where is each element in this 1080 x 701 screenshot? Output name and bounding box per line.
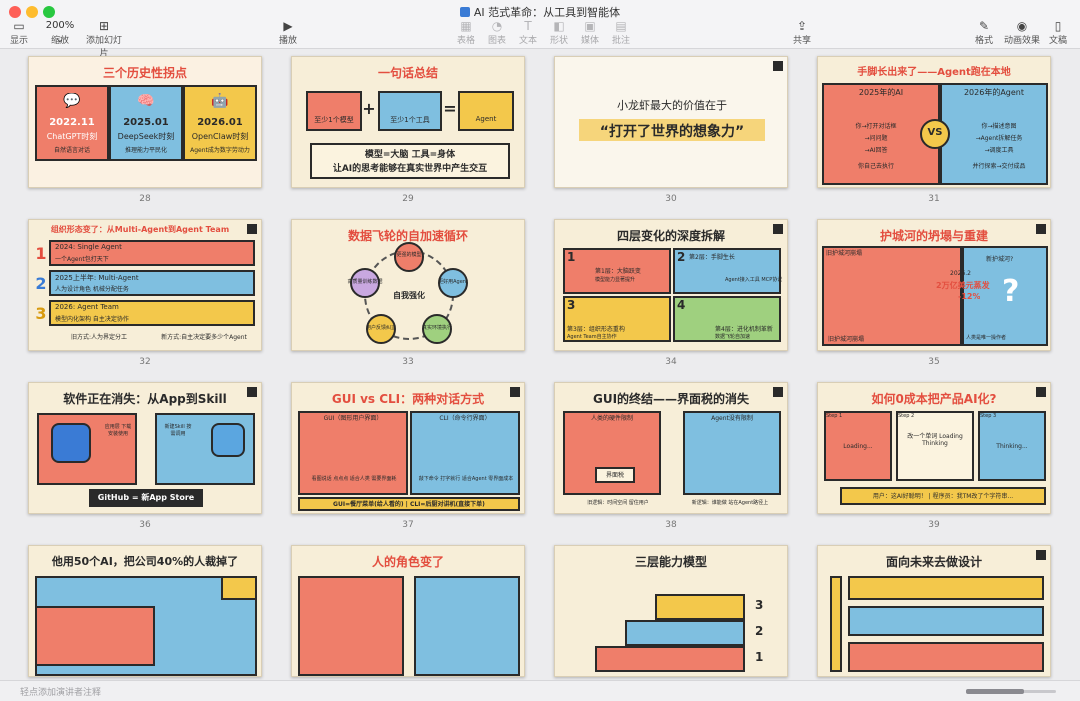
media-button[interactable]: ▣ 媒体 [578, 19, 602, 46]
slide-title: 三层能力模型 [634, 555, 707, 569]
add-slide-icon: ⊞ [98, 19, 110, 33]
slide-number: 32 [139, 357, 151, 367]
slide-number: 35 [928, 357, 940, 367]
slide-thumbnail[interactable]: 人的角色变了 [291, 545, 525, 677]
slide-title: 组织形态变了：从Multi-Agent到Agent Team [50, 225, 230, 234]
slide-number: 37 [402, 520, 414, 530]
slide-number: 38 [665, 520, 677, 530]
media-icon: ▣ [584, 19, 596, 33]
share-button[interactable]: ⇪ 共享 [790, 19, 814, 46]
logo-icon [247, 224, 257, 234]
slide-thumbnail[interactable]: 小龙虾最大的价值在于 “打开了世界的想象力” 30 [554, 56, 788, 204]
animate-icon: ◉ [1016, 19, 1028, 33]
logo-icon [773, 61, 783, 71]
slide-thumbnail[interactable]: 护城河的坍塌与重建 旧护城河崩塌 新护城河? 2026.2 2万亿美元蒸发 -1… [817, 219, 1051, 367]
slide-title: GUI vs CLI：两种对话方式 [331, 392, 485, 406]
slide-thumbnail[interactable]: 面向未来去做设计 [817, 545, 1051, 677]
brain-icon: 🧠 [137, 93, 155, 109]
slide-title: 面向未来去做设计 [885, 555, 982, 569]
chart-icon: ◔ [491, 19, 503, 33]
slide-number: 36 [139, 520, 151, 530]
slide-thumbnail[interactable]: 数据飞轮的自加速循环 自我强化 更强的模型 更好用Agent 真实环境执行 用户… [291, 219, 525, 367]
slide-thumbnail[interactable]: 组织形态变了：从Multi-Agent到Agent Team 1 2 3 202… [28, 219, 262, 367]
comment-button[interactable]: ▤ 批注 [609, 19, 633, 46]
skill-icon [211, 423, 245, 457]
text-button[interactable]: T 文本 [516, 19, 540, 46]
presenter-notes-input[interactable]: 轻点添加演讲者注释 [20, 685, 101, 698]
table-button[interactable]: ▦ 表格 [454, 19, 478, 46]
animate-button[interactable]: ◉ 动画效果 [1002, 19, 1042, 46]
sidebar-icon: ▭ [13, 19, 25, 33]
slide-number: 31 [928, 194, 940, 204]
chat-icon: 💬 [63, 93, 81, 109]
slide-title: 三个历史性拐点 [102, 66, 187, 80]
slide-title: 软件正在消失：从App到Skill [63, 392, 227, 406]
view-button[interactable]: ▭ 显示 [8, 19, 30, 46]
slide-title: 如何0成本把产品AI化? [871, 392, 997, 406]
window-title: AI 范式革命：从工具到智能体 [0, 4, 1080, 20]
slide-title: 一句话总结 [377, 66, 438, 80]
slide-title: 人的角色变了 [371, 555, 444, 569]
format-icon: ✎ [978, 19, 990, 33]
slide-thumbnail[interactable]: 四层变化的深度拆解 1 第1层：大脑跃变 模型能力显著提升 2 第2层：手脚生长… [554, 219, 788, 367]
share-icon: ⇪ [796, 19, 808, 33]
slide-thumbnail[interactable]: 软件正在消失：从App到Skill 应用层 下载安装使用 新建Skill 按需调… [28, 382, 262, 530]
slide-thumbnail[interactable]: GUI vs CLI：两种对话方式 GUI（图形用户界面） CLI（命令行界面）… [291, 382, 525, 530]
slide-number: 28 [139, 194, 151, 204]
slide-title: 四层变化的深度拆解 [616, 229, 725, 243]
document-button[interactable]: ▯ 文稿 [1046, 19, 1070, 46]
slide-thumbnail[interactable]: 手脚长出来了——Agent跑在本地 2025年的AI 2026年的Agent 你… [817, 56, 1051, 204]
table-icon: ▦ [460, 19, 472, 33]
slide-title: GUI的终结——界面税的消失 [592, 392, 750, 406]
slide-number: 34 [665, 357, 677, 367]
zoom-button[interactable]: 200% ⌄ 缩放 [40, 19, 80, 46]
slide-title: 护城河的坍塌与重建 [879, 229, 988, 243]
robot-icon: 🤖 [211, 93, 229, 109]
app-store-icon [51, 423, 91, 463]
slide-grid: 三个历史性拐点 💬 🧠 🤖 2022.11 ChatGPT时刻 自然语言对话 2… [0, 48, 1080, 680]
slide-thumbnail[interactable]: 他用50个AI，把公司40%的人裁掉了 [28, 545, 262, 677]
format-button[interactable]: ✎ 格式 [972, 19, 996, 46]
text-icon: T [524, 19, 532, 33]
slide-thumbnail[interactable]: 如何0成本把产品AI化? Step 1 Step 2 Step 3 Loadin… [817, 382, 1051, 530]
slide-thumbnail[interactable]: 三层能力模型 3 2 1 [554, 545, 788, 677]
play-icon: ▶ [283, 19, 293, 33]
slide-number: 39 [928, 520, 940, 530]
keynote-document-icon [459, 7, 470, 17]
slide-thumbnail[interactable]: 三个历史性拐点 💬 🧠 🤖 2022.11 ChatGPT时刻 自然语言对话 2… [28, 56, 262, 204]
play-button[interactable]: ▶ 播放 [276, 19, 300, 46]
slide-number: 30 [665, 194, 677, 204]
thumbnail-size-slider-fill [966, 689, 1024, 694]
slide-thumbnail[interactable]: 一句话总结 至少1个模型 + 至少1个工具 = Agent 模型=大脑 工具=身… [291, 56, 525, 204]
notes-bar: 轻点添加演讲者注释 [0, 680, 1080, 701]
document-icon: ▯ [1054, 19, 1062, 33]
chart-button[interactable]: ◔ 图表 [485, 19, 509, 46]
shape-icon: ◧ [553, 19, 565, 33]
shape-button[interactable]: ◧ 形状 [547, 19, 571, 46]
slide-thumbnail[interactable]: GUI的终结——界面税的消失 人类的硬件限制 Agent没有限制 界面税 旧逻辑… [554, 382, 788, 530]
comment-icon: ▤ [615, 19, 627, 33]
slide-title: 手脚长出来了——Agent跑在本地 [857, 67, 1011, 78]
slide-title: 他用50个AI，把公司40%的人裁掉了 [51, 555, 239, 568]
window-titlebar: AI 范式革命：从工具到智能体 ▭ 显示 200% ⌄ 缩放 ⊞ 添加幻灯片 ▶ 播放 … [0, 0, 1080, 59]
slide-number: 29 [402, 194, 414, 204]
slide-number: 33 [402, 357, 414, 367]
